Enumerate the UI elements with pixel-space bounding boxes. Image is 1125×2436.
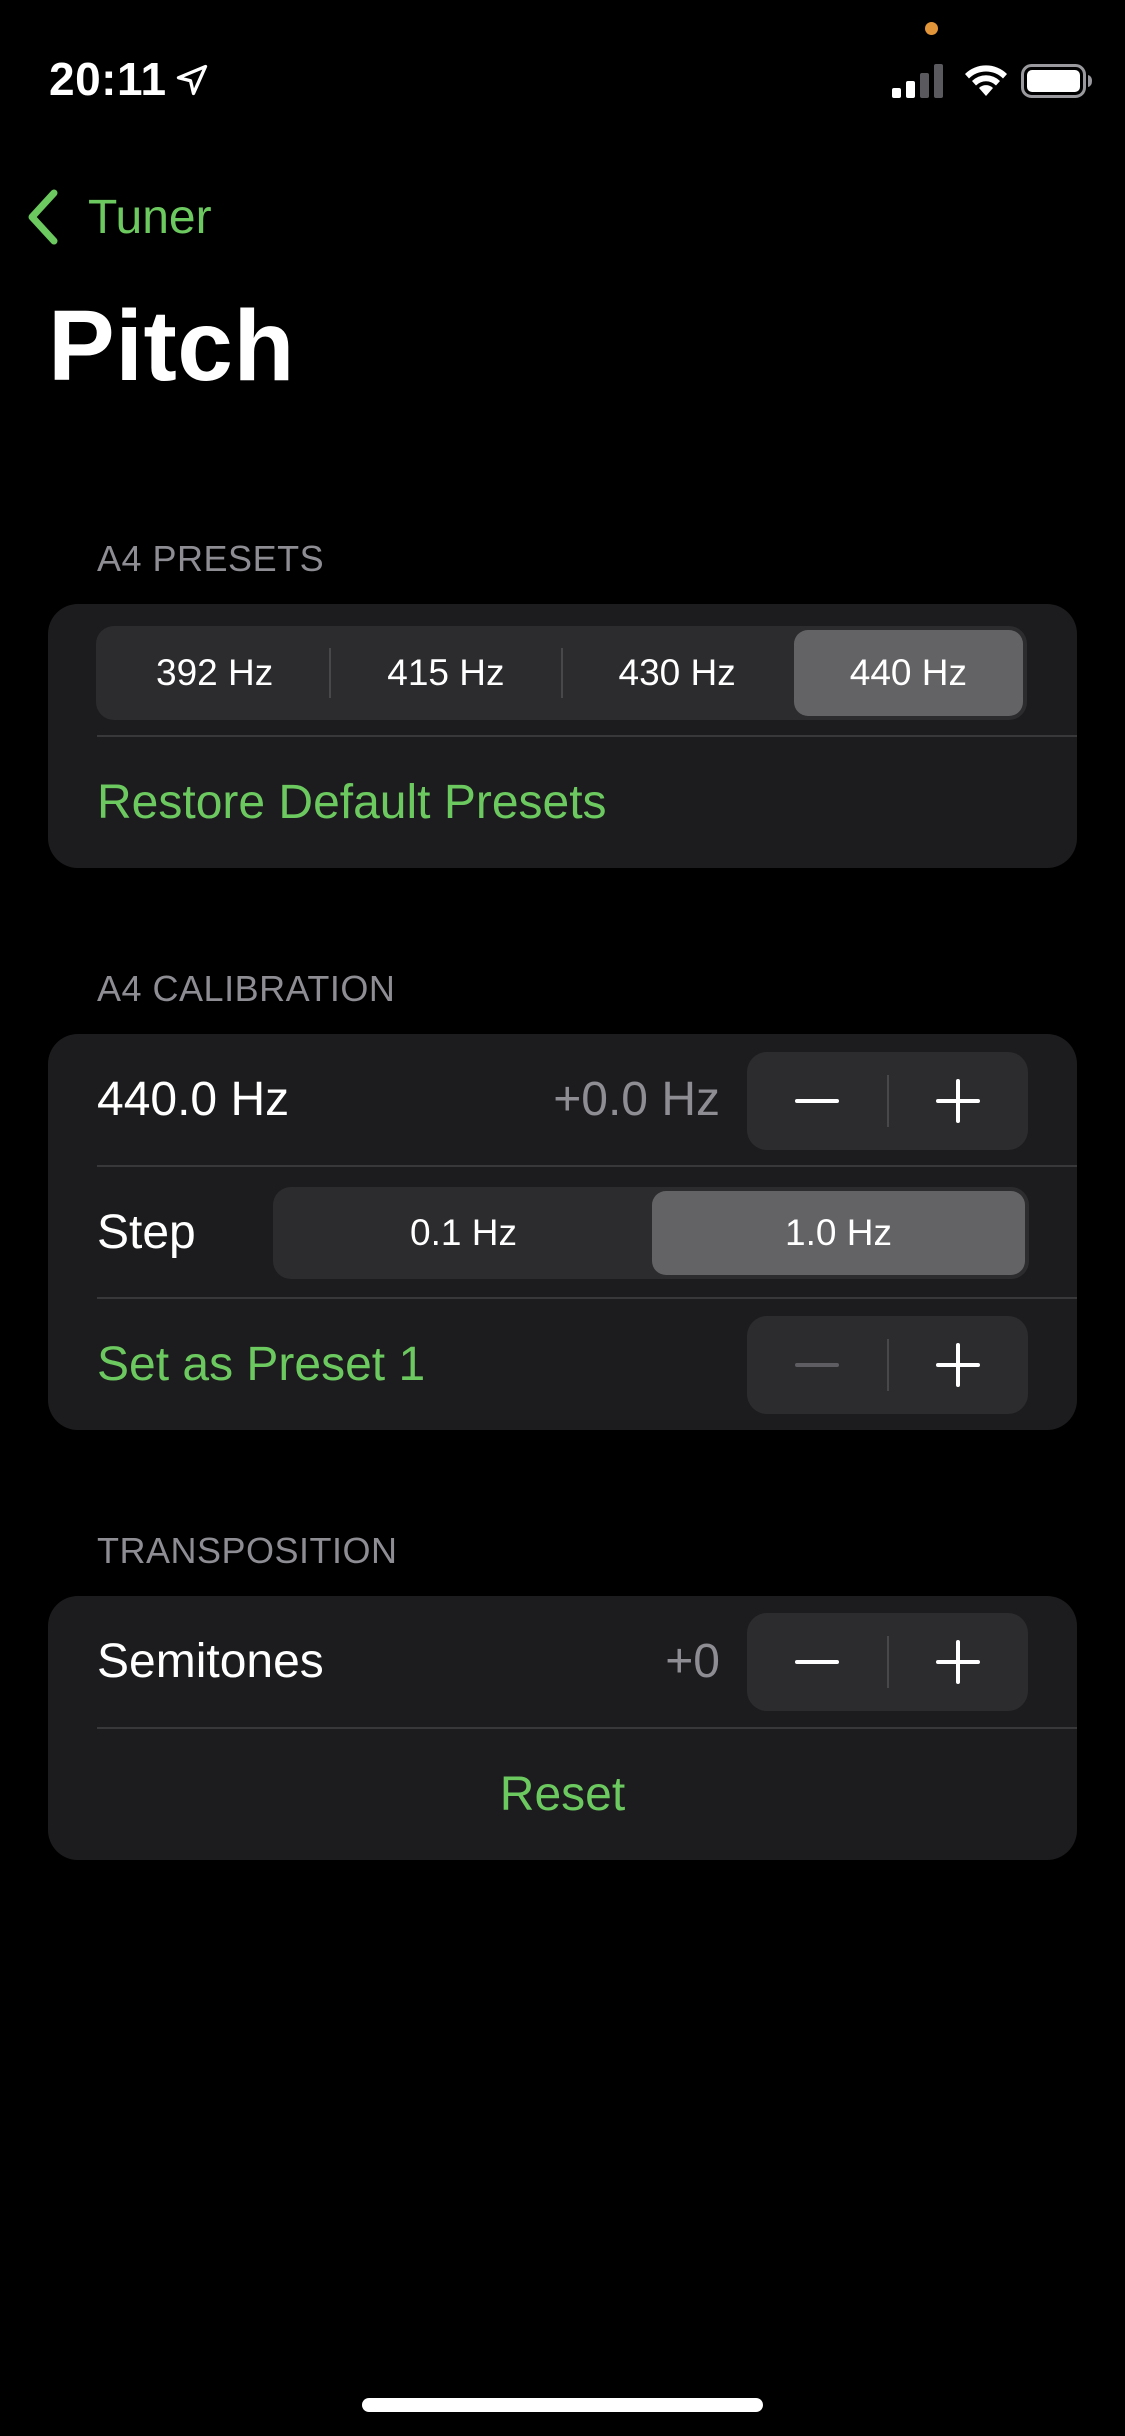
transposition-header: TRANSPOSITION [97, 1530, 398, 1571]
a4-presets-group: 392 Hz 415 Hz 430 Hz 440 Hz Restore Defa… [48, 604, 1077, 868]
reset-row[interactable]: Reset [48, 1729, 1077, 1861]
plus-icon [936, 1343, 981, 1387]
privacy-indicator-dot [925, 22, 938, 35]
plus-icon [936, 1640, 981, 1684]
preset-slot-increment-button[interactable] [889, 1316, 1029, 1414]
transposition-group: Semitones +0 Reset [48, 1596, 1077, 1860]
frequency-offset: +0.0 Hz [553, 1073, 720, 1126]
frequency-increment-button[interactable] [889, 1052, 1029, 1150]
preset-slot-decrement-button[interactable] [747, 1316, 887, 1414]
minus-icon [794, 1660, 839, 1664]
reset-button[interactable]: Reset [48, 1729, 1077, 1861]
chevron-left-icon [28, 189, 58, 245]
step-segmented-control: 0.1 Hz 1.0 Hz [273, 1187, 1029, 1279]
location-arrow-icon [176, 64, 208, 96]
set-preset-row: Set as Preset 1 [48, 1299, 1077, 1431]
wifi-icon [965, 65, 1007, 96]
semitones-value: +0 [665, 1635, 720, 1688]
home-indicator[interactable] [362, 2398, 763, 2412]
back-button[interactable]: Tuner [24, 182, 212, 252]
status-bar: 20:11 [0, 0, 1125, 140]
plus-icon [936, 1079, 981, 1123]
semitones-increment-button[interactable] [889, 1613, 1029, 1711]
a4-calibration-header: A4 CALIBRATION [97, 968, 396, 1009]
preset-segment-415[interactable]: 415 Hz [331, 630, 560, 716]
back-button-label: Tuner [88, 190, 212, 244]
a4-calibration-group: 440.0 Hz +0.0 Hz Step 0.1 Hz 1.0 Hz Set … [48, 1034, 1077, 1430]
frequency-row: 440.0 Hz +0.0 Hz [48, 1034, 1077, 1166]
page-title: Pitch [48, 290, 295, 402]
frequency-value: 440.0 Hz [97, 1073, 290, 1126]
minus-icon [794, 1363, 839, 1367]
set-as-preset-button[interactable]: Set as Preset 1 [97, 1299, 425, 1431]
semitones-label: Semitones [97, 1635, 324, 1688]
preset-segment-430[interactable]: 430 Hz [563, 630, 792, 716]
semitones-stepper [747, 1613, 1028, 1711]
step-row: Step 0.1 Hz 1.0 Hz [48, 1167, 1077, 1299]
step-segment-1-0[interactable]: 1.0 Hz [652, 1191, 1025, 1275]
preset-segment-440[interactable]: 440 Hz [793, 630, 1023, 716]
semitones-decrement-button[interactable] [747, 1613, 887, 1711]
preset-segment-392[interactable]: 392 Hz [100, 630, 329, 716]
restore-default-presets-button[interactable]: Restore Default Presets [97, 737, 607, 869]
battery-icon [1021, 64, 1092, 98]
preset-slot-stepper [747, 1316, 1028, 1414]
minus-icon [794, 1099, 839, 1103]
cellular-signal-icon [892, 64, 943, 98]
a4-presets-header: A4 PRESETS [97, 538, 325, 579]
step-label: Step [97, 1206, 196, 1259]
step-segment-0-1[interactable]: 0.1 Hz [277, 1191, 650, 1275]
semitones-row: Semitones +0 [48, 1596, 1077, 1728]
frequency-stepper [747, 1052, 1028, 1150]
status-time: 20:11 [49, 53, 167, 105]
restore-presets-row[interactable]: Restore Default Presets [48, 737, 1077, 869]
frequency-decrement-button[interactable] [747, 1052, 887, 1150]
preset-segmented-control: 392 Hz 415 Hz 430 Hz 440 Hz [96, 626, 1027, 720]
